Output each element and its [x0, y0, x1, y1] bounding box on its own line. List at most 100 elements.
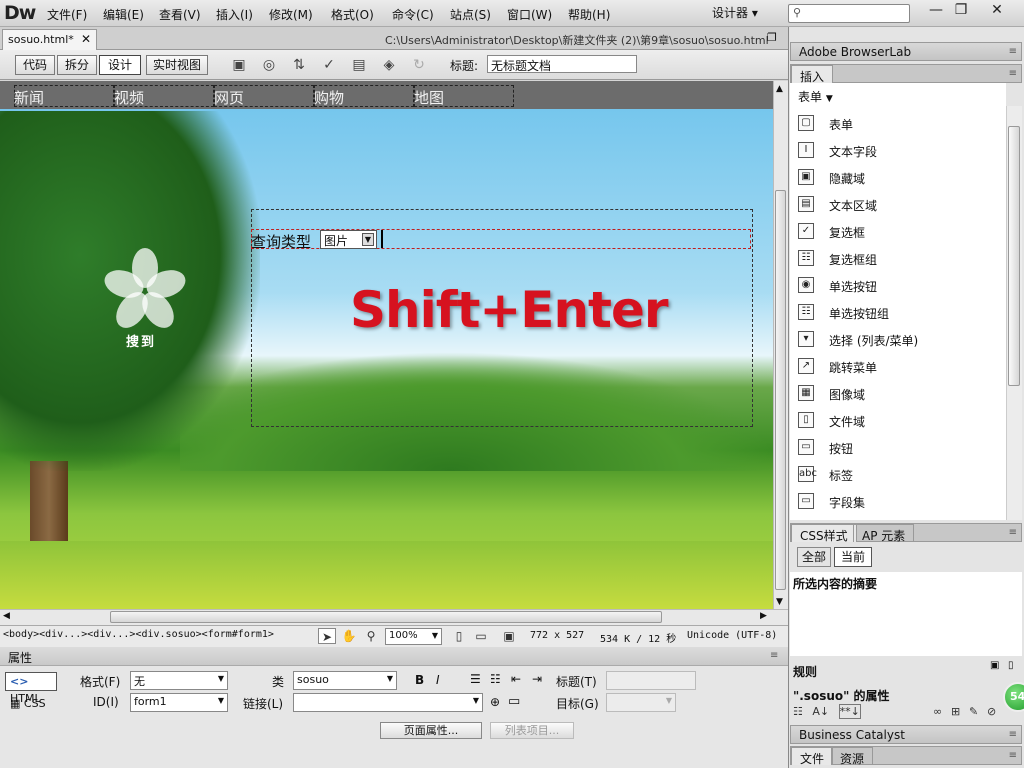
menu-view[interactable]: 查看(V) — [159, 6, 201, 23]
multiscreen-icon[interactable]: ▣ — [228, 55, 250, 75]
insert-item[interactable]: ▢ 表单 — [798, 112, 998, 134]
insert-item[interactable]: ▭ 字段集 — [798, 490, 998, 512]
link-input[interactable]: ▼ — [293, 693, 483, 712]
insert-item[interactable]: I 文本字段 — [798, 139, 998, 161]
menu-help[interactable]: 帮助(H) — [568, 6, 610, 23]
cascade-icon[interactable]: ▯ — [1008, 660, 1014, 671]
code-view-button[interactable]: 代码 — [15, 55, 55, 75]
refresh-icon[interactable]: ↻ — [408, 55, 430, 75]
live-view-button[interactable]: 实时视图 — [146, 55, 208, 75]
zoom-tool-icon[interactable]: ⚲ — [362, 628, 380, 644]
insert-item[interactable]: ✓ 复选框 — [798, 220, 998, 242]
canvas-horizontal-scroll-thumb[interactable] — [110, 611, 662, 623]
design-canvas[interactable]: 新闻 视频 网页 购物 地图 搜到 查询类型 图片 ▼ Shift+Enter — [0, 81, 773, 609]
nav-news[interactable]: 新闻 — [14, 87, 44, 108]
panel-menu-icon[interactable]: ≡ — [1009, 527, 1017, 538]
desktop-size-icon[interactable]: ▣ — [500, 628, 518, 644]
search-type-select[interactable]: 图片 ▼ — [320, 230, 377, 249]
target-select[interactable]: ▼ — [606, 693, 676, 712]
insert-item[interactable]: ▯ 文件域 — [798, 409, 998, 431]
split-view-button[interactable]: 拆分 — [57, 55, 97, 75]
category-view-icon[interactable]: ☷ — [793, 705, 803, 718]
insert-item[interactable]: ▾ 选择 (列表/菜单) — [798, 328, 998, 350]
tab-ap-elements[interactable]: AP 元素 — [853, 524, 915, 543]
menu-file[interactable]: 文件(F) — [47, 6, 87, 23]
business-catalyst-header[interactable]: Business Catalyst ≡ — [790, 725, 1022, 744]
preview-browser-icon[interactable]: ◎ — [258, 55, 280, 75]
bold-button[interactable]: B — [415, 673, 424, 687]
workspace-switcher[interactable]: 设计器 ▾ — [712, 4, 758, 21]
edit-rule-icon[interactable]: ✎ — [969, 705, 978, 718]
help-search-input[interactable]: ⚲ — [788, 4, 910, 23]
nav-map[interactable]: 地图 — [414, 87, 444, 108]
panel-menu-icon[interactable]: ≡ — [1009, 729, 1017, 740]
css-all-button[interactable]: 全部 — [797, 547, 831, 567]
insert-item[interactable]: ☷ 单选按钮组 — [798, 301, 998, 323]
insert-item[interactable]: ◉ 单选按钮 — [798, 274, 998, 296]
insert-item[interactable]: ▭ 按钮 — [798, 436, 998, 458]
insert-item[interactable]: ▣ 隐藏域 — [798, 166, 998, 188]
insert-item[interactable]: ☷ 复选框组 — [798, 247, 998, 269]
unordered-list-icon[interactable]: ☰ — [470, 672, 481, 686]
css-mode-button[interactable]: ▦ CSS — [5, 694, 57, 713]
tag-selector[interactable]: <body><div...><div...><div.sosuo><form#f… — [3, 629, 274, 640]
insert-item[interactable]: abc 标签 — [798, 463, 998, 485]
nav-shopping[interactable]: 购物 — [314, 87, 344, 108]
tab-files[interactable]: 文件 — [791, 747, 834, 766]
design-view-button[interactable]: 设计 — [99, 55, 141, 75]
restore-button[interactable]: ❐ — [945, 1, 977, 21]
browserlab-panel-header[interactable]: Adobe BrowserLab ≡ — [790, 42, 1022, 61]
live-code-icon[interactable]: ◈ — [378, 55, 400, 75]
panel-menu-icon[interactable]: ≡ — [770, 650, 778, 661]
menu-site[interactable]: 站点(S) — [450, 6, 491, 23]
close-button[interactable]: ✕ — [981, 1, 1013, 21]
alpha-sort-icon[interactable]: A↓ — [812, 705, 829, 718]
tab-css-styles[interactable]: CSS样式 — [791, 524, 857, 543]
pointer-tool-icon[interactable]: ➤ — [318, 628, 336, 644]
phone-size-icon[interactable]: ▯ — [450, 628, 468, 644]
document-tab[interactable]: sosuo.html* ✕ — [2, 29, 97, 50]
nav-web[interactable]: 网页 — [214, 87, 244, 108]
indent-icon[interactable]: ⇥ — [532, 672, 542, 686]
tablet-size-icon[interactable]: ▭ — [472, 628, 490, 644]
new-rule-icon[interactable]: ⊞ — [951, 705, 960, 718]
tab-insert[interactable]: 插入 — [791, 65, 834, 84]
tab-assets[interactable]: 资源 — [831, 747, 874, 766]
disable-rule-icon[interactable]: ⊘ — [987, 705, 996, 718]
scroll-left-icon[interactable]: ◀ — [3, 611, 10, 621]
menu-commands[interactable]: 命令(C) — [392, 6, 434, 23]
id-select[interactable]: form1 ▼ — [130, 693, 228, 712]
menu-insert[interactable]: 插入(I) — [216, 6, 253, 23]
list-item-button[interactable]: 列表项目... — [490, 722, 574, 739]
set-properties-icon[interactable]: **↓ — [838, 704, 861, 719]
close-tab-icon[interactable]: ✕ — [81, 32, 91, 46]
chevron-down-icon[interactable]: ▼ — [362, 233, 374, 246]
scroll-right-icon[interactable]: ▶ — [760, 611, 767, 621]
document-title-input[interactable]: 无标题文档 — [487, 55, 637, 73]
page-properties-button[interactable]: 页面属性... — [380, 722, 482, 739]
outdent-icon[interactable]: ⇤ — [511, 672, 521, 686]
menu-window[interactable]: 窗口(W) — [507, 6, 552, 23]
canvas-vertical-scroll-thumb[interactable] — [775, 190, 786, 590]
insert-item[interactable]: ▤ 文本区域 — [798, 193, 998, 215]
insert-scroll-thumb[interactable] — [1008, 126, 1020, 386]
panel-menu-icon[interactable]: ≡ — [1009, 46, 1017, 57]
html-mode-button[interactable]: <> HTML — [5, 672, 57, 705]
menu-edit[interactable]: 编辑(E) — [103, 6, 144, 23]
point-to-file-icon[interactable]: ⊕ — [490, 695, 500, 709]
file-management-icon[interactable]: ⇅ — [288, 55, 310, 75]
zoom-select[interactable]: 100% ▼ — [385, 628, 442, 645]
nav-video[interactable]: 视频 — [114, 87, 144, 108]
insert-item[interactable]: ↗ 跳转菜单 — [798, 355, 998, 377]
css-current-button[interactable]: 当前 — [834, 547, 872, 567]
rule-info-icon[interactable]: ▣ — [990, 660, 999, 671]
browse-folder-icon[interactable]: ▭ — [508, 694, 520, 709]
menu-format[interactable]: 格式(O) — [331, 6, 374, 23]
menu-modify[interactable]: 修改(M) — [269, 6, 313, 23]
hand-tool-icon[interactable]: ✋ — [340, 628, 358, 644]
window-size[interactable]: 772 x 527 — [530, 630, 584, 641]
browser-compat-icon[interactable]: ✓ — [318, 55, 340, 75]
ordered-list-icon[interactable]: ☷ — [490, 672, 501, 686]
restore-doc-icon[interactable]: ❐ — [767, 31, 777, 44]
properties-header[interactable]: 属性 — [0, 647, 788, 666]
